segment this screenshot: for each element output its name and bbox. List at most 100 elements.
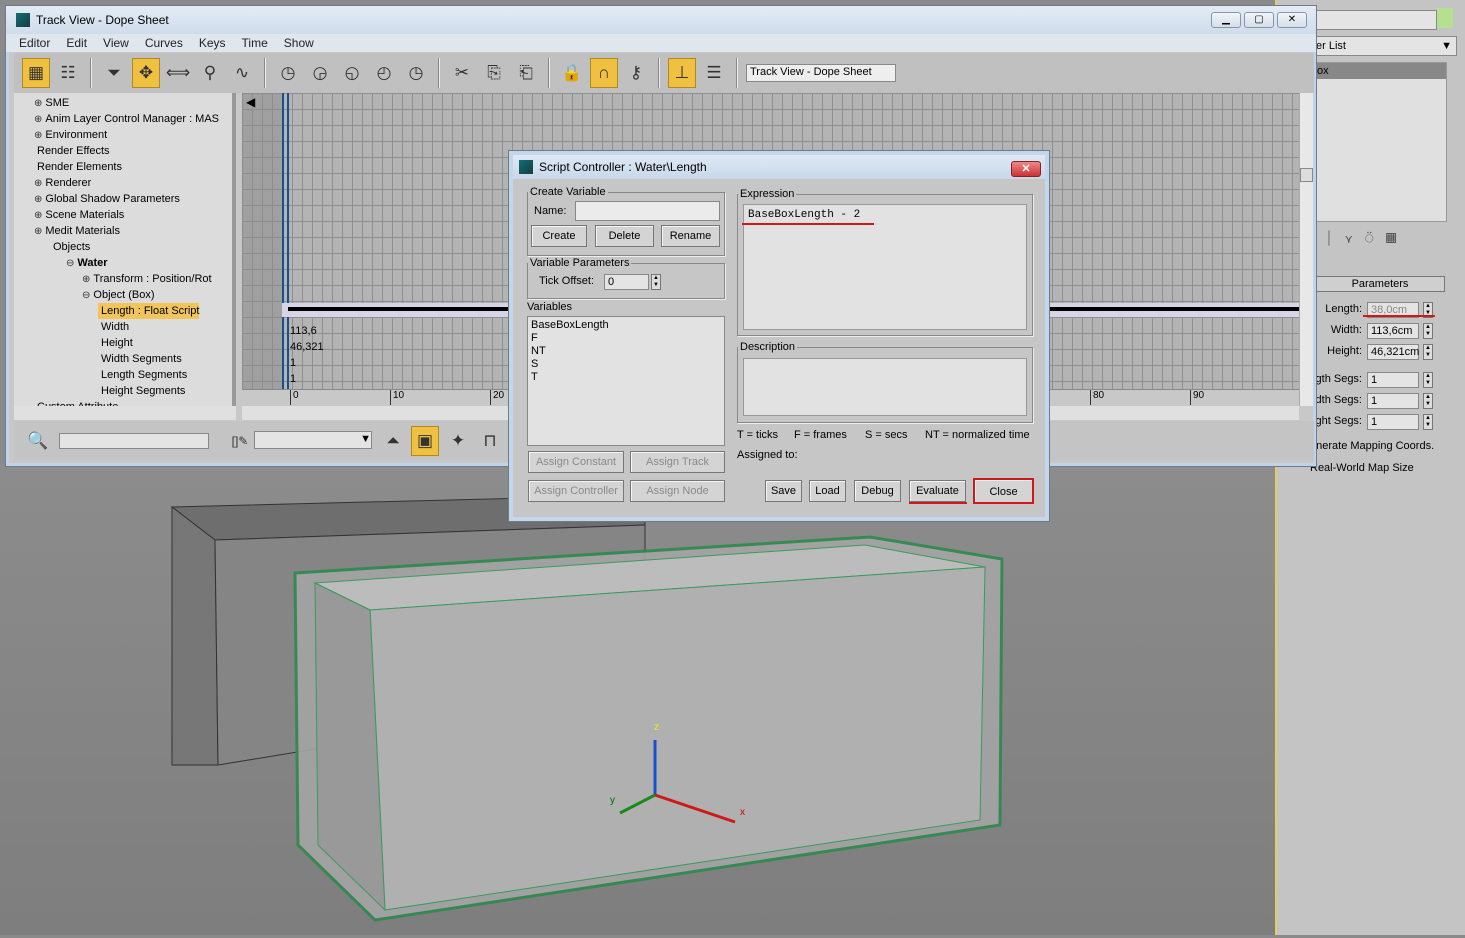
param-spinner[interactable]: ▲ ▼ xyxy=(1423,414,1433,430)
variable-item[interactable]: F xyxy=(531,332,721,345)
tick-offset-input[interactable]: 0 xyxy=(604,274,649,290)
vertical-scrollbar[interactable] xyxy=(1299,93,1313,406)
object-name-field[interactable] xyxy=(1312,10,1437,30)
variable-item[interactable]: NT xyxy=(531,345,721,358)
tree-item[interactable]: ⊕ Environment xyxy=(34,127,107,143)
load-button[interactable]: Load xyxy=(809,480,846,502)
variable-item[interactable]: T xyxy=(531,371,721,384)
transforms-filter-icon[interactable]: ✦ xyxy=(444,426,472,456)
assign-node-button[interactable]: Assign Node xyxy=(630,480,725,502)
tree-item[interactable]: Render Elements xyxy=(34,159,122,175)
tree-item[interactable]: Objects xyxy=(50,239,90,255)
filter-icon[interactable]: ⏷ xyxy=(100,58,128,88)
insert-time-icon[interactable]: ◷ xyxy=(402,58,430,88)
tree-item[interactable]: Height Segments xyxy=(98,383,185,399)
tree-item[interactable]: Width Segments xyxy=(98,351,182,367)
create-button[interactable]: Create xyxy=(531,225,587,247)
view-name-field[interactable]: Track View - Dope Sheet xyxy=(746,64,896,82)
paste-icon[interactable]: ⎗ xyxy=(512,58,540,88)
dialog-close-x-button[interactable]: ✕ xyxy=(1011,161,1041,177)
snap-magnet-icon[interactable]: ∩ xyxy=(590,58,618,88)
param-input[interactable]: 1 xyxy=(1367,393,1419,409)
close-window-button[interactable]: ✕ xyxy=(1277,12,1307,28)
expand-icon[interactable]: ⊕ xyxy=(34,130,42,141)
tree-item[interactable]: ⊕ Transform : Position/Rot xyxy=(82,271,212,287)
parameters-rollout-header[interactable]: Parameters xyxy=(1315,276,1445,292)
menu-curves[interactable]: Curves xyxy=(145,36,183,50)
tree-item[interactable]: ⊖ Water xyxy=(66,255,108,271)
expand-icon[interactable]: ⊕ xyxy=(34,114,42,125)
real-world-map-label[interactable]: Real-World Map Size xyxy=(1310,462,1414,474)
collapse-icon[interactable]: ⊖ xyxy=(82,290,90,301)
expand-icon[interactable]: ⊕ xyxy=(82,274,90,285)
description-textarea[interactable] xyxy=(743,358,1027,416)
param-spinner[interactable]: ▲ ▼ xyxy=(1423,393,1433,409)
copy-icon[interactable]: ⎘ xyxy=(480,58,508,88)
menu-edit[interactable]: Edit xyxy=(66,36,87,50)
stack-item-box[interactable]: ox xyxy=(1313,63,1446,79)
delete-time-icon[interactable]: ◶ xyxy=(306,58,334,88)
lock-icon[interactable]: 🔒 xyxy=(558,58,586,88)
minimize-button[interactable]: ▁ xyxy=(1211,12,1241,28)
param-input[interactable]: 113,6cm xyxy=(1367,323,1419,339)
param-spinner[interactable]: ▲ ▼ xyxy=(1423,344,1433,360)
tree-horizontal-scrollbar[interactable] xyxy=(14,406,236,420)
scale-keys-icon[interactable]: ∿ xyxy=(228,58,256,88)
filter-dropdown[interactable]: ▼ xyxy=(254,431,372,449)
show-curves-filter-icon[interactable]: ⏶ xyxy=(379,426,407,456)
tick-offset-spinner[interactable]: ▲ ▼ xyxy=(651,274,661,290)
delete-button[interactable]: Delete xyxy=(595,225,654,247)
save-button[interactable]: Save xyxy=(765,480,802,502)
tree-item[interactable]: ⊕ Anim Layer Control Manager : MAS xyxy=(34,111,219,127)
tree-item[interactable]: ⊕ Scene Materials xyxy=(34,207,124,223)
expand-icon[interactable]: ⊕ xyxy=(34,226,42,237)
viewport-perspective[interactable]: x y z xyxy=(0,465,1275,935)
stack-tools[interactable]: ⏐⋎⍥▦ xyxy=(1325,230,1409,247)
tree-item[interactable]: Length : Float Script xyxy=(98,303,200,319)
maximize-button[interactable]: ▢ xyxy=(1244,12,1274,28)
tree-item[interactable]: ⊕ SME xyxy=(34,95,69,111)
time-slider[interactable] xyxy=(287,93,289,390)
tree-item[interactable]: ⊕ Global Shadow Parameters xyxy=(34,191,180,207)
debug-button[interactable]: Debug xyxy=(854,480,901,502)
tree-item[interactable]: Render Effects xyxy=(34,143,110,159)
expand-icon[interactable]: ⊕ xyxy=(34,178,42,189)
expand-icon[interactable]: ⊕ xyxy=(34,210,42,221)
param-input[interactable]: 1 xyxy=(1367,372,1419,388)
edit-ranges-icon[interactable]: ☷ xyxy=(54,58,82,88)
variable-item[interactable]: BaseBoxLength xyxy=(531,319,721,332)
assign-controller-button[interactable]: Assign Controller xyxy=(528,480,624,502)
menu-view[interactable]: View xyxy=(103,36,129,50)
scale-time-icon[interactable]: ◴ xyxy=(370,58,398,88)
hierarchy-icon[interactable]: ⊥ xyxy=(668,58,696,88)
reverse-time-icon[interactable]: ◵ xyxy=(338,58,366,88)
param-spinner[interactable]: ▲ ▼ xyxy=(1423,372,1433,388)
tree-item[interactable]: Custom Attribute xyxy=(34,399,118,406)
param-input[interactable]: 1 xyxy=(1367,414,1419,430)
object-color-swatch[interactable] xyxy=(1437,8,1453,28)
variable-name-input[interactable] xyxy=(575,201,720,221)
add-keys-icon[interactable]: ⚲ xyxy=(196,58,224,88)
controller-tree[interactable]: ⊕ SME ⊕ Anim Layer Control Manager : MAS ⊕ En… xyxy=(14,93,236,406)
modifier-stack[interactable]: ox xyxy=(1312,62,1447,222)
modifier-list-dropdown[interactable]: er List ▼ xyxy=(1312,36,1457,56)
menu-editor[interactable]: Editor xyxy=(19,36,50,50)
rename-button[interactable]: Rename xyxy=(661,225,720,247)
tree-item[interactable]: Width xyxy=(98,319,129,335)
menu-time[interactable]: Time xyxy=(242,36,268,50)
assign-constant-button[interactable]: Assign Constant xyxy=(528,451,624,473)
assign-track-button[interactable]: Assign Track xyxy=(630,451,725,473)
select-by-name-field[interactable] xyxy=(59,433,209,449)
cut-icon[interactable]: ✂ xyxy=(448,58,476,88)
generate-mapping-label[interactable]: enerate Mapping Coords. xyxy=(1310,440,1434,452)
slide-keys-icon[interactable]: ⟺ xyxy=(164,58,192,88)
select-time-icon[interactable]: ◷ xyxy=(274,58,302,88)
selected-objects-filter-icon[interactable]: ▣ xyxy=(411,426,439,456)
param-spinner[interactable]: ▲ ▼ xyxy=(1423,323,1433,339)
variable-item[interactable]: S xyxy=(531,358,721,371)
scroll-left-arrow-icon[interactable]: ◀ xyxy=(246,95,255,109)
close-button[interactable]: Close xyxy=(973,478,1034,504)
expand-icon[interactable]: ⊕ xyxy=(34,194,42,205)
tree-item[interactable]: ⊕ Medit Materials xyxy=(34,223,120,239)
unlocked-filter-icon[interactable]: ⊓ xyxy=(476,426,504,456)
